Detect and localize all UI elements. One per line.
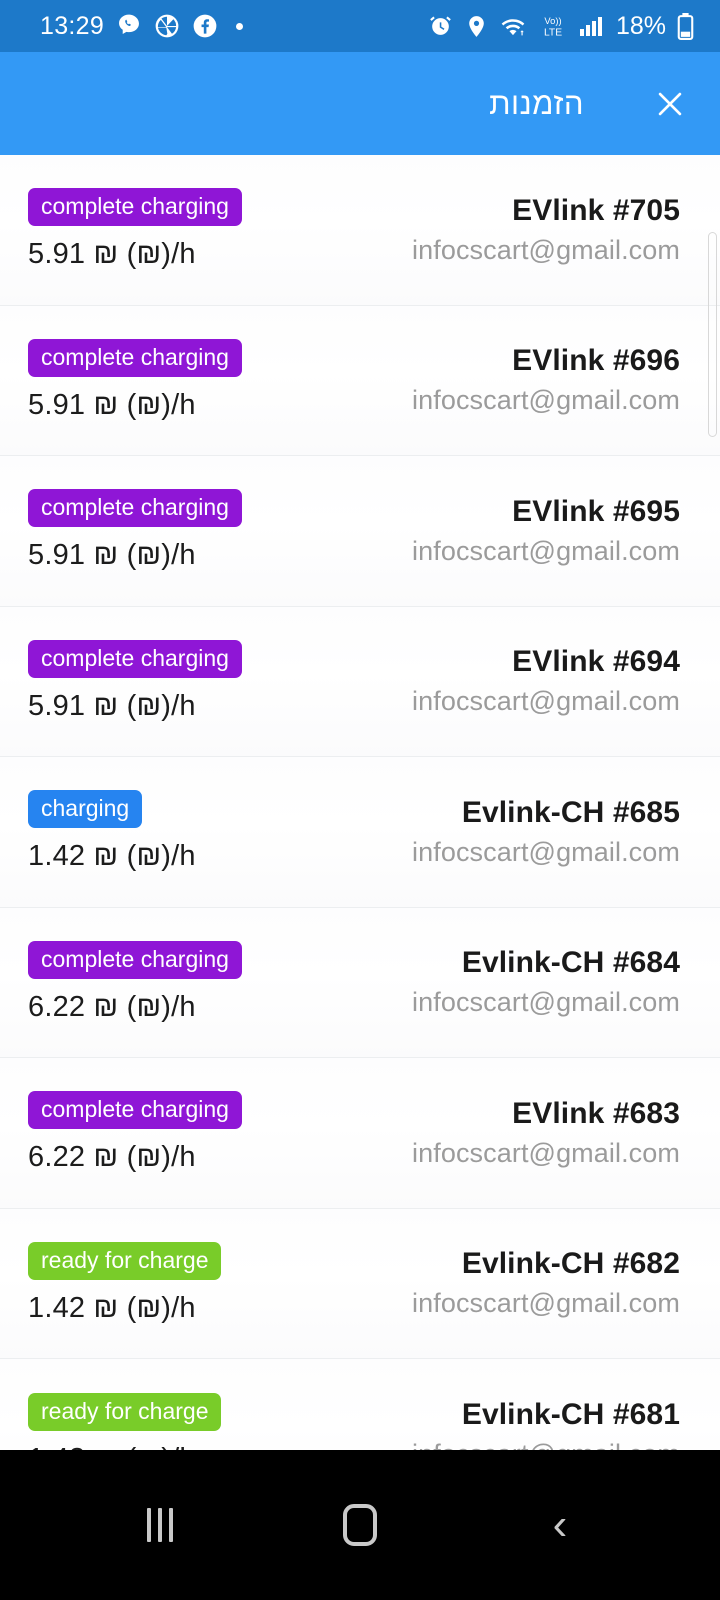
table-row[interactable]: complete charging 6.22 ₪ (₪)/h EVlink #683… [0, 1058, 720, 1209]
table-row[interactable]: complete charging 5.91 ₪ (₪)/h EVlink #694… [0, 606, 720, 757]
svg-text:Vo)): Vo)) [544, 16, 561, 26]
status-badge: ready for charge [28, 1392, 222, 1431]
status-badge: charging [28, 790, 143, 829]
back-chevron-glyph: ‹ [552, 1500, 568, 1549]
home-icon[interactable] [315, 1480, 405, 1570]
table-row[interactable]: complete charging 6.22 ₪ (₪)/h Evlink-CH #… [0, 907, 720, 1058]
page-title: הזמנות [489, 85, 584, 121]
status-badge: ready for charge [28, 1241, 222, 1280]
price-label: 6.22 ₪ (₪)/h [28, 990, 196, 1023]
svg-text:LTE: LTE [544, 27, 562, 38]
battery-percent-label: 18% [615, 11, 666, 40]
row-left: ready for charge 1.42 ₪ (₪)/h [28, 1241, 222, 1325]
status-badge: complete charging [28, 338, 242, 377]
volte-icon: Vo)) LTE [538, 13, 568, 39]
price-label: 1.42 ₪ (₪)/h [28, 840, 196, 873]
camera-shutter-icon [154, 13, 180, 39]
station-name: EVlink #705 [512, 193, 680, 227]
table-row[interactable]: ready for charge 1.42 ₪ (₪)/h Evlink-CH #6… [0, 1208, 720, 1359]
price-label: 1.42 ₪ (₪)/h [28, 1443, 196, 1450]
row-right: EVlink #694 infocscart@gmail.com [412, 645, 680, 717]
row-right: EVlink #683 infocscart@gmail.com [412, 1097, 680, 1169]
price-label: 6.22 ₪ (₪)/h [28, 1141, 196, 1174]
row-left: complete charging 6.22 ₪ (₪)/h [28, 1091, 242, 1174]
signal-bars-icon [579, 14, 605, 38]
row-left: complete charging 5.91 ₪ (₪)/h [28, 338, 242, 422]
status-badge: complete charging [28, 940, 242, 979]
table-row[interactable]: complete charging 5.91 ₪ (₪)/h EVlink #695… [0, 456, 720, 607]
table-row[interactable]: complete charging 5.91 ₪ (₪)/h EVlink #696… [0, 305, 720, 456]
phone-screen: 13:29 Vo)) LTE 18% הזמנות complete charg… [0, 0, 720, 1600]
station-name: EVlink #695 [512, 494, 680, 528]
close-icon[interactable] [650, 84, 690, 124]
user-email: infocscart@gmail.com [412, 1439, 680, 1450]
user-email: infocscart@gmail.com [412, 1288, 680, 1319]
price-label: 1.42 ₪ (₪)/h [28, 1291, 196, 1324]
table-row[interactable]: ready for charge 1.42 ₪ (₪)/h Evlink-CH #6… [0, 1359, 720, 1450]
price-label: 5.91 ₪ (₪)/h [28, 539, 196, 572]
row-left: complete charging 5.91 ₪ (₪)/h [28, 639, 242, 723]
back-icon[interactable]: ‹ [515, 1480, 605, 1570]
row-right: Evlink-CH #684 infocscart@gmail.com [412, 946, 680, 1018]
user-email: infocscart@gmail.com [412, 385, 680, 416]
user-email: infocscart@gmail.com [412, 234, 680, 265]
user-email: infocscart@gmail.com [412, 535, 680, 566]
alarm-icon [428, 14, 453, 39]
viber-icon [116, 13, 142, 39]
wifi-icon [500, 14, 527, 39]
user-email: infocscart@gmail.com [412, 1137, 680, 1168]
station-name: Evlink-CH #681 [461, 1398, 680, 1432]
station-name: Evlink-CH #682 [461, 1247, 680, 1281]
station-name: Evlink-CH #684 [461, 946, 680, 980]
facebook-icon [192, 13, 218, 39]
status-badge: complete charging [28, 489, 242, 528]
recents-icon[interactable] [115, 1480, 205, 1570]
row-left: complete charging 5.91 ₪ (₪)/h [28, 489, 242, 572]
table-row[interactable]: charging 1.42 ₪ (₪)/h Evlink-CH #685 infocs… [0, 757, 720, 908]
price-label: 5.91 ₪ (₪)/h [28, 689, 196, 722]
status-badge: complete charging [28, 188, 242, 227]
row-right: EVlink #705 infocscart@gmail.com [412, 194, 680, 266]
location-pin-icon [464, 14, 489, 39]
battery-icon [677, 12, 694, 40]
row-left: ready for charge 1.42 ₪ (₪)/h [28, 1392, 222, 1450]
price-label: 5.91 ₪ (₪)/h [28, 388, 196, 421]
table-row[interactable]: complete charging 5.91 ₪ (₪)/h EVlink #705… [0, 155, 720, 306]
row-right: EVlink #695 infocscart@gmail.com [412, 495, 680, 567]
status-badge: complete charging [28, 1091, 242, 1130]
row-left: complete charging 5.91 ₪ (₪)/h [28, 188, 242, 271]
row-left: charging 1.42 ₪ (₪)/h [28, 790, 196, 873]
price-label: 5.91 ₪ (₪)/h [28, 238, 196, 271]
row-right: Evlink-CH #681 infocscart@gmail.com [412, 1398, 680, 1450]
status-badge: complete charging [28, 639, 242, 678]
status-bar-clock: 13:29 [40, 11, 105, 40]
status-bar-left: 13:29 [40, 11, 244, 41]
user-email: infocscart@gmail.com [412, 686, 680, 717]
row-right: Evlink-CH #685 infocscart@gmail.com [412, 796, 680, 868]
android-nav-bar: ‹ [0, 1450, 720, 1600]
row-left: complete charging 6.22 ₪ (₪)/h [28, 940, 242, 1024]
station-name: EVlink #683 [512, 1096, 680, 1130]
station-name: EVlink #696 [512, 344, 680, 378]
orders-list[interactable]: complete charging 5.91 ₪ (₪)/h EVlink #705… [0, 155, 720, 1450]
notification-dot-icon [236, 22, 244, 30]
status-bar-right: Vo)) LTE 18% [428, 12, 694, 41]
station-name: EVlink #694 [512, 645, 680, 679]
row-right: Evlink-CH #682 infocscart@gmail.com [412, 1247, 680, 1319]
status-bar: 13:29 Vo)) LTE 18% [0, 0, 720, 52]
row-right: EVlink #696 infocscart@gmail.com [412, 344, 680, 416]
user-email: infocscart@gmail.com [412, 987, 680, 1018]
station-name: Evlink-CH #685 [461, 795, 680, 829]
user-email: infocscart@gmail.com [412, 836, 680, 867]
app-header: הזמנות [0, 52, 720, 155]
